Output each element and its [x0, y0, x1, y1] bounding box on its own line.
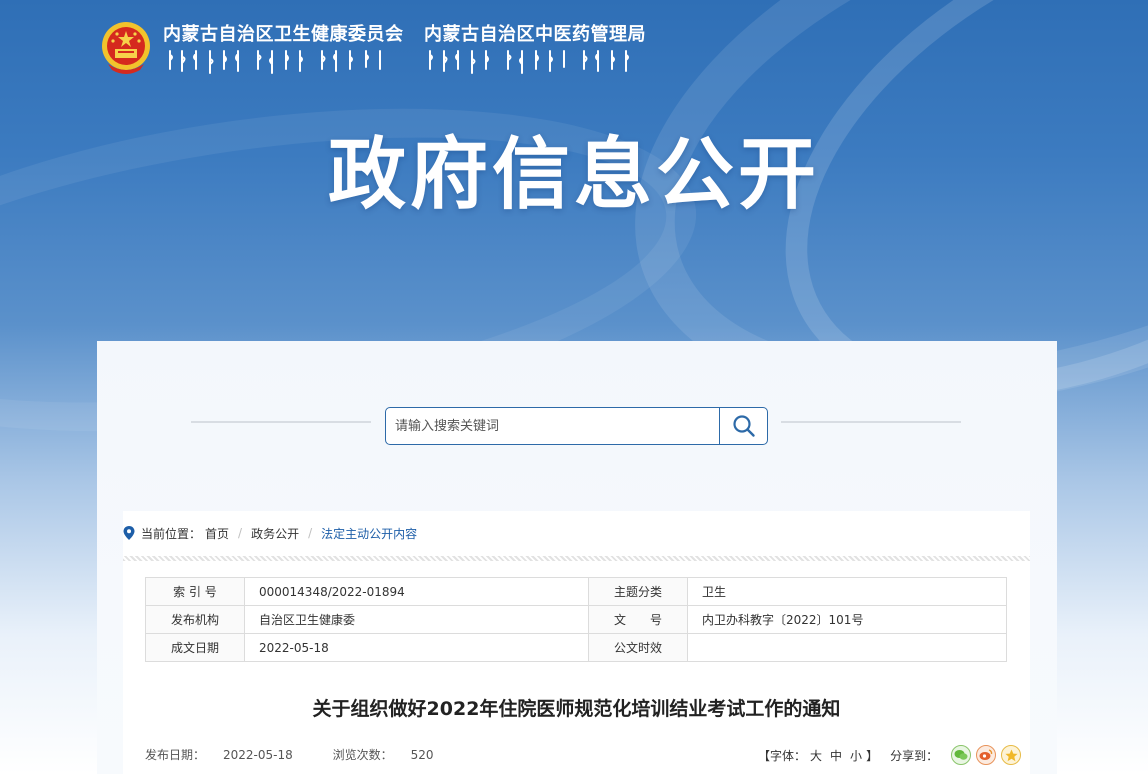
article-title: 关于组织做好2022年住院医师规范化培训结业考试工作的通知	[312, 698, 841, 720]
font-size-label: 【字体：	[758, 748, 807, 763]
meta-key-topic: 主题分类	[588, 577, 688, 606]
location-pin-icon	[123, 526, 135, 540]
wechat-icon[interactable]	[951, 745, 972, 765]
publish-date-label: 发布日期：	[145, 748, 206, 762]
meta-value-date: 2022-05-18	[244, 633, 589, 662]
national-emblem-icon	[102, 22, 150, 74]
favorite-icon[interactable]	[1001, 745, 1022, 765]
meta-key-validity: 公文时效	[588, 633, 688, 662]
article-info: 发布日期： 2022-05-18 浏览次数： 520	[145, 746, 470, 763]
breadcrumb-current[interactable]: 法定主动公开内容	[321, 525, 417, 542]
breadcrumb-label: 当前位置：	[141, 526, 202, 541]
breadcrumb-home[interactable]: 首页	[205, 525, 229, 542]
share-label: 分享到：	[890, 748, 939, 763]
meta-value-doc-number: 内卫办科教字〔2022〕101号	[687, 605, 1007, 634]
divider	[781, 421, 961, 423]
meta-key-date: 成文日期	[145, 633, 245, 662]
publish-date: 2022-05-18	[223, 748, 293, 762]
divider	[191, 421, 371, 423]
weibo-icon[interactable]	[976, 745, 997, 765]
meta-value-publisher: 自治区卫生健康委	[244, 605, 589, 634]
search-button[interactable]	[719, 408, 767, 444]
table-row: 索 引 号 000014348/2022-01894 主题分类 卫生	[145, 577, 1007, 606]
font-size-label-close: 】	[866, 748, 879, 763]
breadcrumb-separator: /	[238, 526, 243, 540]
breadcrumb-gov-affairs[interactable]: 政务公开	[251, 525, 299, 542]
breadcrumb-divider	[123, 556, 1030, 561]
org-name-tcm-bureau: 内蒙古自治区中医药管理局	[424, 24, 646, 45]
table-row: 发布机构 自治区卫生健康委 文 号 内卫办科教字〔2022〕101号	[145, 605, 1007, 634]
page-title: 政府信息公开	[327, 130, 820, 220]
meta-key-doc-number: 文 号	[588, 605, 688, 634]
meta-value-index: 000014348/2022-01894	[244, 577, 589, 606]
breadcrumb: 当前位置： 首页 / 政务公开 / 法定主动公开内容	[123, 521, 417, 545]
table-row: 成文日期 2022-05-18 公文时效	[145, 633, 1007, 662]
org-name-health-commission: 内蒙古自治区卫生健康委员会	[163, 24, 404, 45]
views-label: 浏览次数：	[332, 748, 393, 762]
search-icon	[732, 415, 755, 437]
search-box	[385, 407, 768, 445]
search-input[interactable]	[386, 408, 718, 444]
breadcrumb-separator: /	[308, 526, 313, 540]
meta-key-publisher: 发布机构	[145, 605, 245, 634]
document-meta-table: 索 引 号 000014348/2022-01894 主题分类 卫生 发布机构 …	[145, 577, 1007, 662]
font-size-medium-button[interactable]: 中	[830, 747, 842, 764]
mongolian-script-logo	[429, 50, 629, 74]
meta-key-index: 索 引 号	[145, 577, 245, 606]
meta-value-topic: 卫生	[687, 577, 1007, 606]
meta-value-validity	[687, 633, 1007, 662]
font-size-small-button[interactable]: 小	[850, 747, 862, 764]
font-size-large-button[interactable]: 大	[810, 747, 822, 764]
views-count: 520	[410, 748, 434, 762]
article-tools: 【字体： 大 中 小 】 分享到：	[758, 744, 1022, 766]
mongolian-script-logo	[169, 50, 381, 74]
